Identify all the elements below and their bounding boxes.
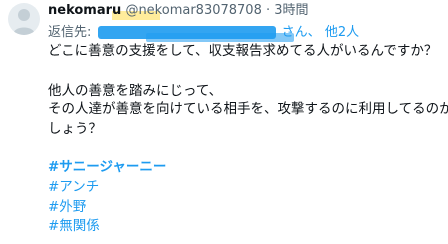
tweet-header: nekomaru @nekomar83078708 · 3時間 bbox=[48, 3, 309, 19]
tweet-body-line: その人達が善意を向けている相手を、攻撃するのに利用してるのか bbox=[48, 101, 448, 117]
hashtag-link[interactable]: #無関係 bbox=[48, 218, 100, 235]
tweet-avatar[interactable] bbox=[8, 3, 40, 35]
user-handle[interactable]: @nekomar83078708 bbox=[125, 3, 261, 18]
reply-to-line: 返信先: さん、 他2人 bbox=[48, 25, 359, 41]
tweet-time[interactable]: 3時間 bbox=[274, 3, 308, 18]
hashtag-link[interactable]: #サニージャーニー bbox=[48, 159, 166, 176]
tweet-body-line: どこに善意の支援をして、収支報告求めてる人がいるんですか？ bbox=[48, 43, 438, 59]
reply-prefix: 返信先: bbox=[48, 25, 92, 40]
tweet-body-line: しょう？ bbox=[48, 121, 102, 137]
hashtag-link[interactable]: #外野 bbox=[48, 199, 86, 216]
reply-others-link[interactable]: 他2人 bbox=[325, 25, 359, 40]
tweet-body-line: 他人の善意を踏みにじって、 bbox=[48, 83, 223, 99]
separator-dot: · bbox=[265, 3, 271, 18]
redacted-mention bbox=[97, 26, 276, 39]
default-avatar-icon bbox=[13, 9, 35, 35]
display-name[interactable]: nekomaru bbox=[48, 3, 121, 18]
reply-suffix: さん、 bbox=[281, 25, 321, 40]
hashtag-link[interactable]: #アンチ bbox=[48, 179, 99, 196]
